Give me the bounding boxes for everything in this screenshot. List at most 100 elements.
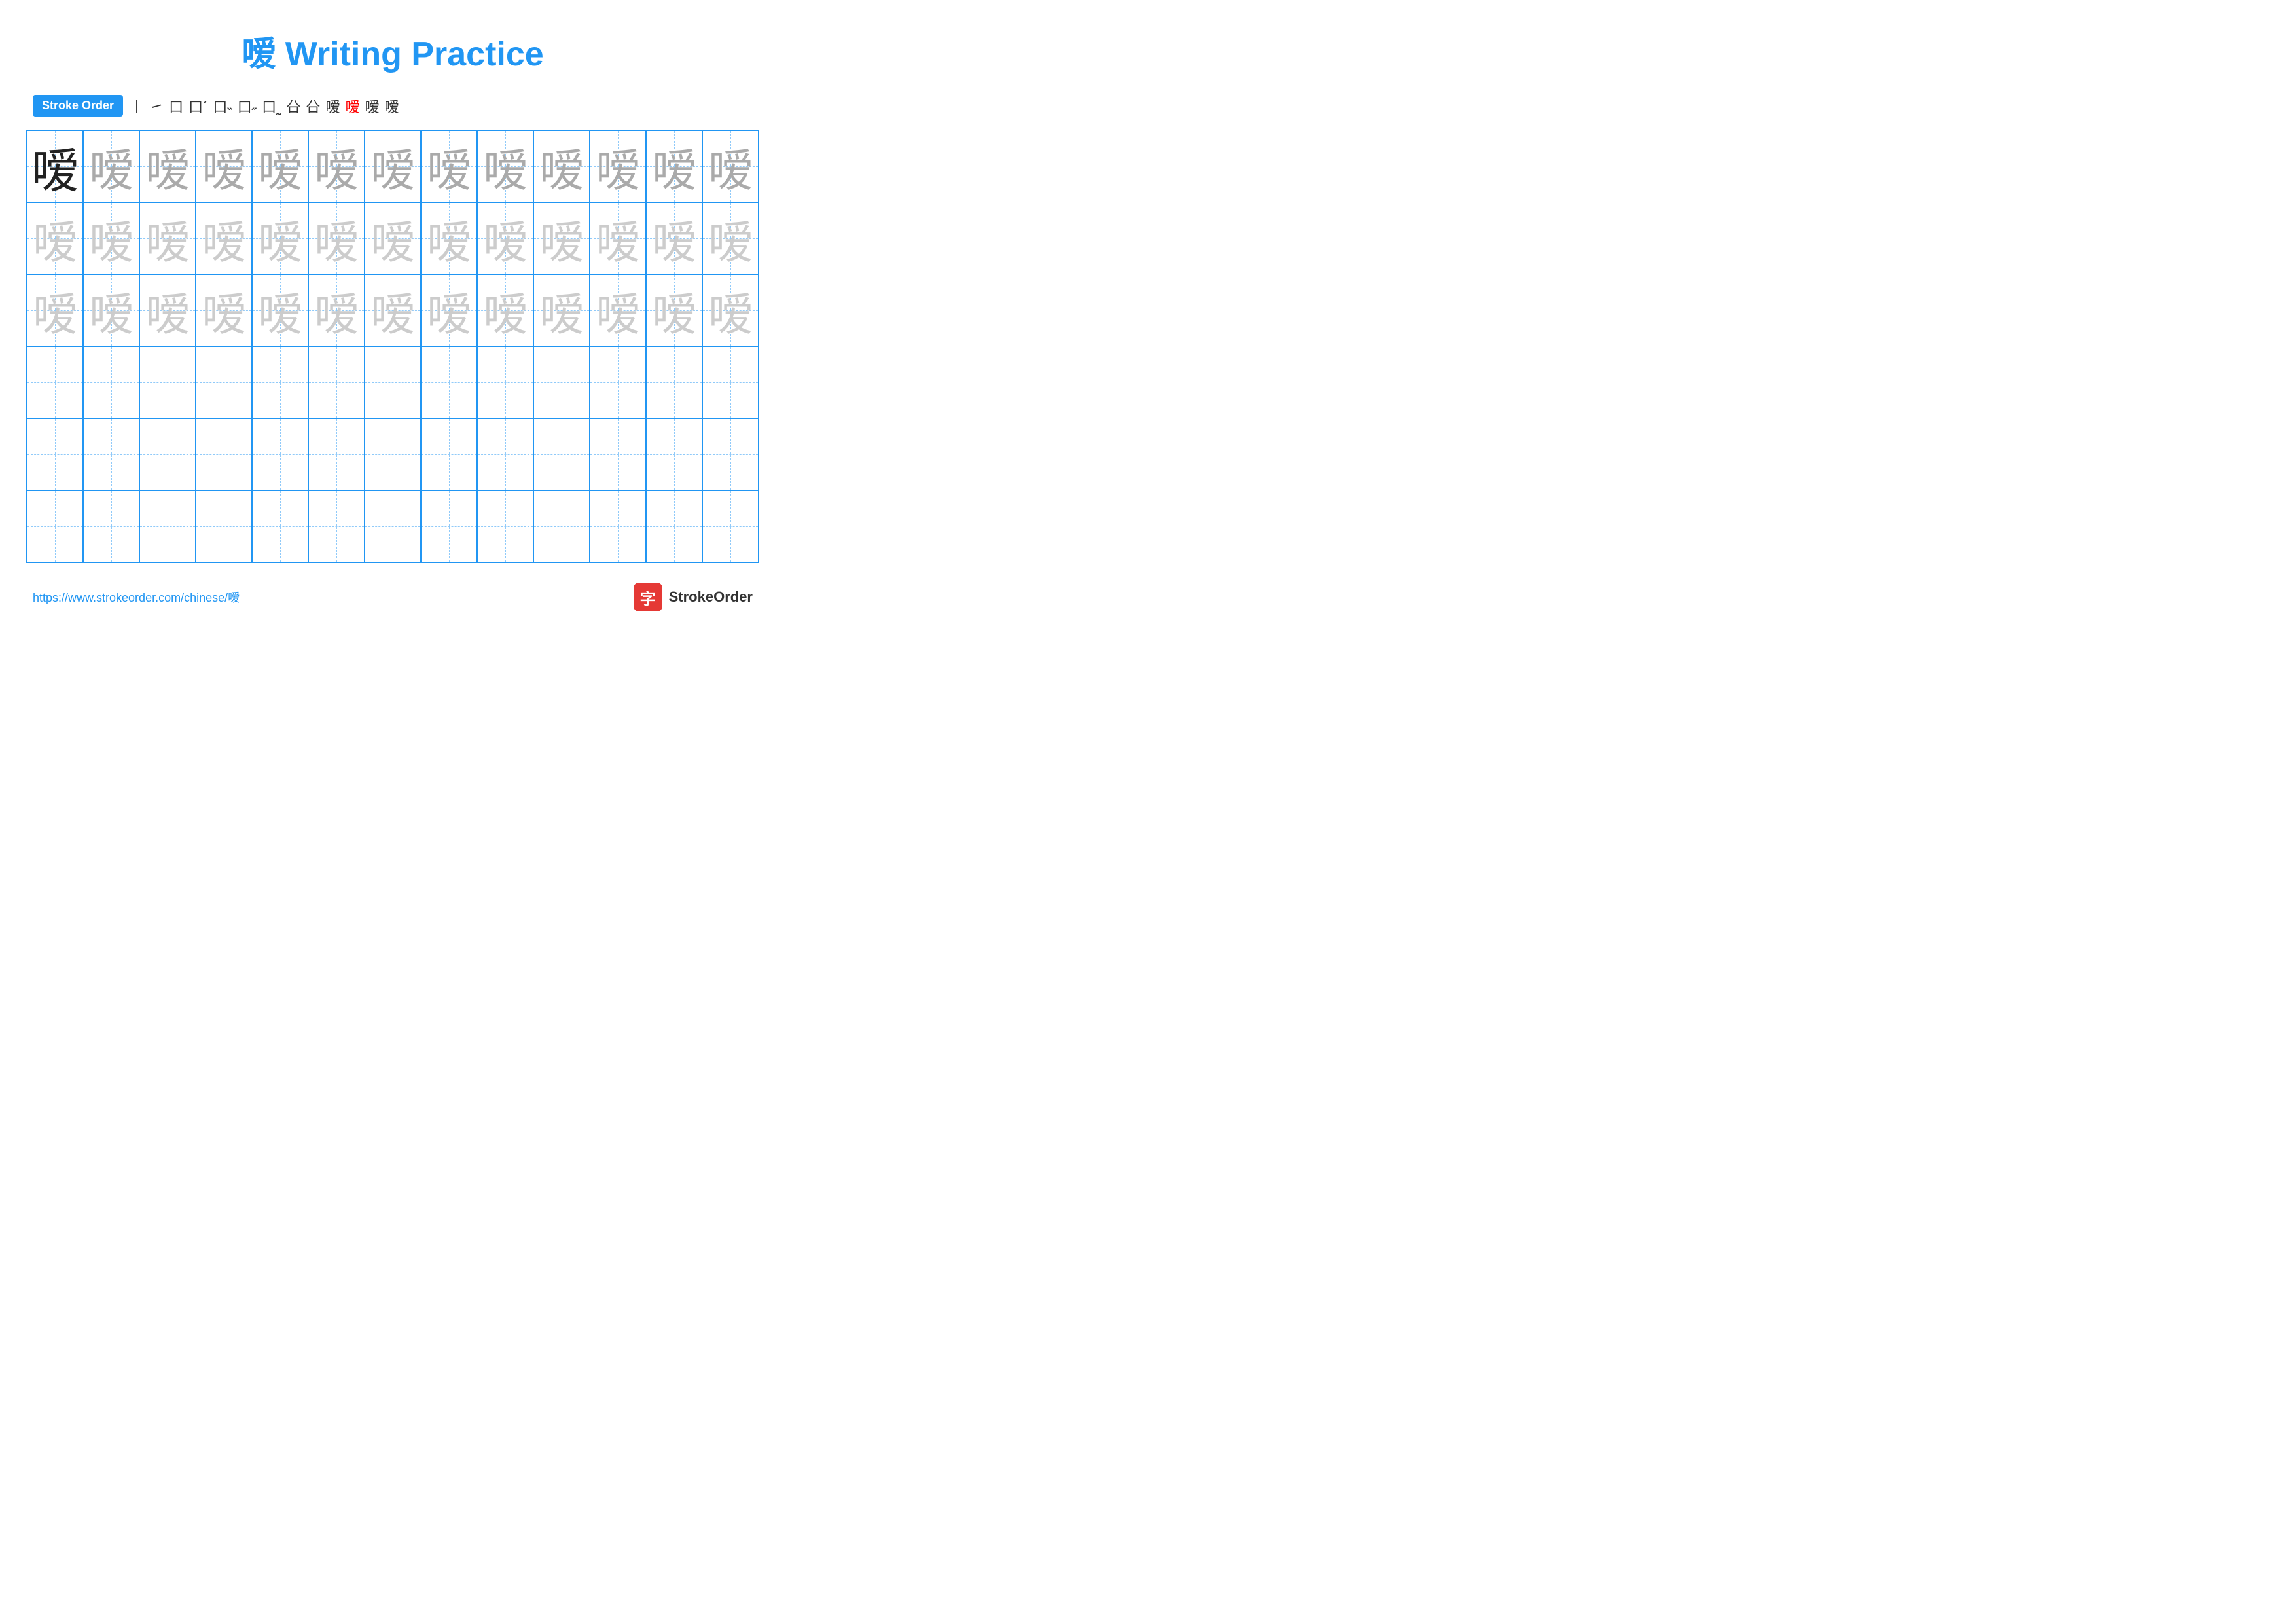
grid-cell-r6-c8[interactable]: [421, 490, 477, 562]
stroke-step-12: 嗳: [365, 96, 379, 117]
grid-cell-r2-c10[interactable]: 嗳: [533, 202, 590, 274]
grid-cell-r2-c3[interactable]: 嗳: [139, 202, 196, 274]
grid-cell-r6-c6[interactable]: [308, 490, 365, 562]
grid-cell-r2-c9[interactable]: 嗳: [477, 202, 533, 274]
footer-logo: 字 StrokeOrder: [634, 583, 753, 611]
grid-cell-r6-c3[interactable]: [139, 490, 196, 562]
stroke-step-7: 口˷: [262, 96, 281, 117]
grid-cell-r1-c7[interactable]: 嗳: [365, 130, 421, 202]
grid-cell-r5-c5[interactable]: [252, 418, 308, 490]
footer: https://www.strokeorder.com/chinese/嗳 字 …: [26, 583, 759, 611]
stroke-step-3: 口: [169, 96, 183, 117]
grid-cell-r5-c12[interactable]: [646, 418, 702, 490]
grid-cell-r4-c11[interactable]: [590, 346, 646, 418]
grid-cell-r3-c12[interactable]: 嗳: [646, 274, 702, 346]
grid-cell-r3-c8[interactable]: 嗳: [421, 274, 477, 346]
grid-cell-r2-c8[interactable]: 嗳: [421, 202, 477, 274]
grid-cell-r4-c1[interactable]: [27, 346, 83, 418]
grid-cell-r1-c2[interactable]: 嗳: [83, 130, 139, 202]
grid-cell-r1-c6[interactable]: 嗳: [308, 130, 365, 202]
grid-cell-r2-c7[interactable]: 嗳: [365, 202, 421, 274]
grid-cell-r6-c1[interactable]: [27, 490, 83, 562]
grid-cell-r3-c10[interactable]: 嗳: [533, 274, 590, 346]
grid-cell-r4-c5[interactable]: [252, 346, 308, 418]
grid-cell-r1-c8[interactable]: 嗳: [421, 130, 477, 202]
grid-cell-r5-c13[interactable]: [702, 418, 759, 490]
stroke-step-13: 嗳: [384, 96, 399, 117]
practice-grid: 嗳 嗳 嗳 嗳 嗳 嗳 嗳 嗳 嗳 嗳 嗳 嗳 嗳 嗳 嗳 嗳 嗳 嗳 嗳 嗳 …: [26, 130, 759, 563]
grid-cell-r1-c4[interactable]: 嗳: [196, 130, 252, 202]
grid-cell-r3-c1[interactable]: 嗳: [27, 274, 83, 346]
grid-cell-r4-c6[interactable]: [308, 346, 365, 418]
stroke-step-9: 㕣: [306, 96, 320, 117]
footer-url[interactable]: https://www.strokeorder.com/chinese/嗳: [33, 589, 240, 606]
grid-cell-r6-c4[interactable]: [196, 490, 252, 562]
grid-cell-r6-c2[interactable]: [83, 490, 139, 562]
grid-cell-r3-c6[interactable]: 嗳: [308, 274, 365, 346]
grid-cell-r1-c12[interactable]: 嗳: [646, 130, 702, 202]
grid-cell-r6-c13[interactable]: [702, 490, 759, 562]
grid-cell-r3-c7[interactable]: 嗳: [365, 274, 421, 346]
logo-icon: 字: [634, 583, 662, 611]
stroke-step-1: ⼁: [130, 96, 144, 117]
grid-cell-r4-c8[interactable]: [421, 346, 477, 418]
grid-cell-r5-c4[interactable]: [196, 418, 252, 490]
stroke-step-8: 㕣: [286, 96, 300, 117]
stroke-order-row: Stroke Order ⼁ ㇀ 口 口´ 口˵ 口˶ 口˷ 㕣 㕣 嗳 嗳 嗳…: [26, 95, 759, 117]
grid-cell-r4-c13[interactable]: [702, 346, 759, 418]
grid-cell-r3-c11[interactable]: 嗳: [590, 274, 646, 346]
grid-cell-r5-c8[interactable]: [421, 418, 477, 490]
stroke-step-10: 嗳: [325, 96, 340, 117]
grid-cell-r4-c10[interactable]: [533, 346, 590, 418]
grid-cell-r5-c2[interactable]: [83, 418, 139, 490]
grid-cell-r2-c6[interactable]: 嗳: [308, 202, 365, 274]
grid-cell-r5-c10[interactable]: [533, 418, 590, 490]
grid-cell-r5-c1[interactable]: [27, 418, 83, 490]
grid-cell-r4-c9[interactable]: [477, 346, 533, 418]
grid-cell-r6-c11[interactable]: [590, 490, 646, 562]
grid-cell-r2-c13[interactable]: 嗳: [702, 202, 759, 274]
grid-cell-r1-c11[interactable]: 嗳: [590, 130, 646, 202]
grid-cell-r3-c4[interactable]: 嗳: [196, 274, 252, 346]
grid-cell-r2-c1[interactable]: 嗳: [27, 202, 83, 274]
grid-cell-r2-c4[interactable]: 嗳: [196, 202, 252, 274]
grid-cell-r4-c4[interactable]: [196, 346, 252, 418]
grid-cell-r6-c12[interactable]: [646, 490, 702, 562]
grid-cell-r1-c1[interactable]: 嗳: [27, 130, 83, 202]
grid-cell-r5-c7[interactable]: [365, 418, 421, 490]
char-reference: 嗳: [31, 132, 79, 201]
grid-cell-r1-c5[interactable]: 嗳: [252, 130, 308, 202]
grid-cell-r4-c3[interactable]: [139, 346, 196, 418]
stroke-sequence: ⼁ ㇀ 口 口´ 口˵ 口˶ 口˷ 㕣 㕣 嗳 嗳 嗳 嗳: [130, 96, 399, 117]
grid-cell-r5-c11[interactable]: [590, 418, 646, 490]
grid-cell-r3-c3[interactable]: 嗳: [139, 274, 196, 346]
grid-cell-r4-c7[interactable]: [365, 346, 421, 418]
grid-cell-r6-c5[interactable]: [252, 490, 308, 562]
grid-cell-r1-c3[interactable]: 嗳: [139, 130, 196, 202]
grid-cell-r3-c13[interactable]: 嗳: [702, 274, 759, 346]
grid-cell-r5-c6[interactable]: [308, 418, 365, 490]
grid-cell-r4-c2[interactable]: [83, 346, 139, 418]
grid-cell-r2-c12[interactable]: 嗳: [646, 202, 702, 274]
grid-cell-r2-c5[interactable]: 嗳: [252, 202, 308, 274]
grid-cell-r1-c10[interactable]: 嗳: [533, 130, 590, 202]
grid-cell-r5-c3[interactable]: [139, 418, 196, 490]
page-title: 嗳 Writing Practice: [26, 26, 759, 75]
grid-cell-r6-c7[interactable]: [365, 490, 421, 562]
stroke-step-11: 嗳: [345, 96, 359, 117]
stroke-step-6: 口˶: [238, 96, 257, 117]
grid-cell-r3-c5[interactable]: 嗳: [252, 274, 308, 346]
grid-cell-r2-c11[interactable]: 嗳: [590, 202, 646, 274]
stroke-step-4: 口´: [188, 96, 207, 117]
grid-cell-r6-c9[interactable]: [477, 490, 533, 562]
grid-cell-r3-c9[interactable]: 嗳: [477, 274, 533, 346]
grid-cell-r2-c2[interactable]: 嗳: [83, 202, 139, 274]
grid-cell-r6-c10[interactable]: [533, 490, 590, 562]
grid-cell-r1-c13[interactable]: 嗳: [702, 130, 759, 202]
grid-cell-r4-c12[interactable]: [646, 346, 702, 418]
grid-cell-r1-c9[interactable]: 嗳: [477, 130, 533, 202]
stroke-step-5: 口˵: [213, 96, 232, 117]
grid-cell-r3-c2[interactable]: 嗳: [83, 274, 139, 346]
grid-cell-r5-c9[interactable]: [477, 418, 533, 490]
stroke-order-badge: Stroke Order: [33, 95, 123, 117]
